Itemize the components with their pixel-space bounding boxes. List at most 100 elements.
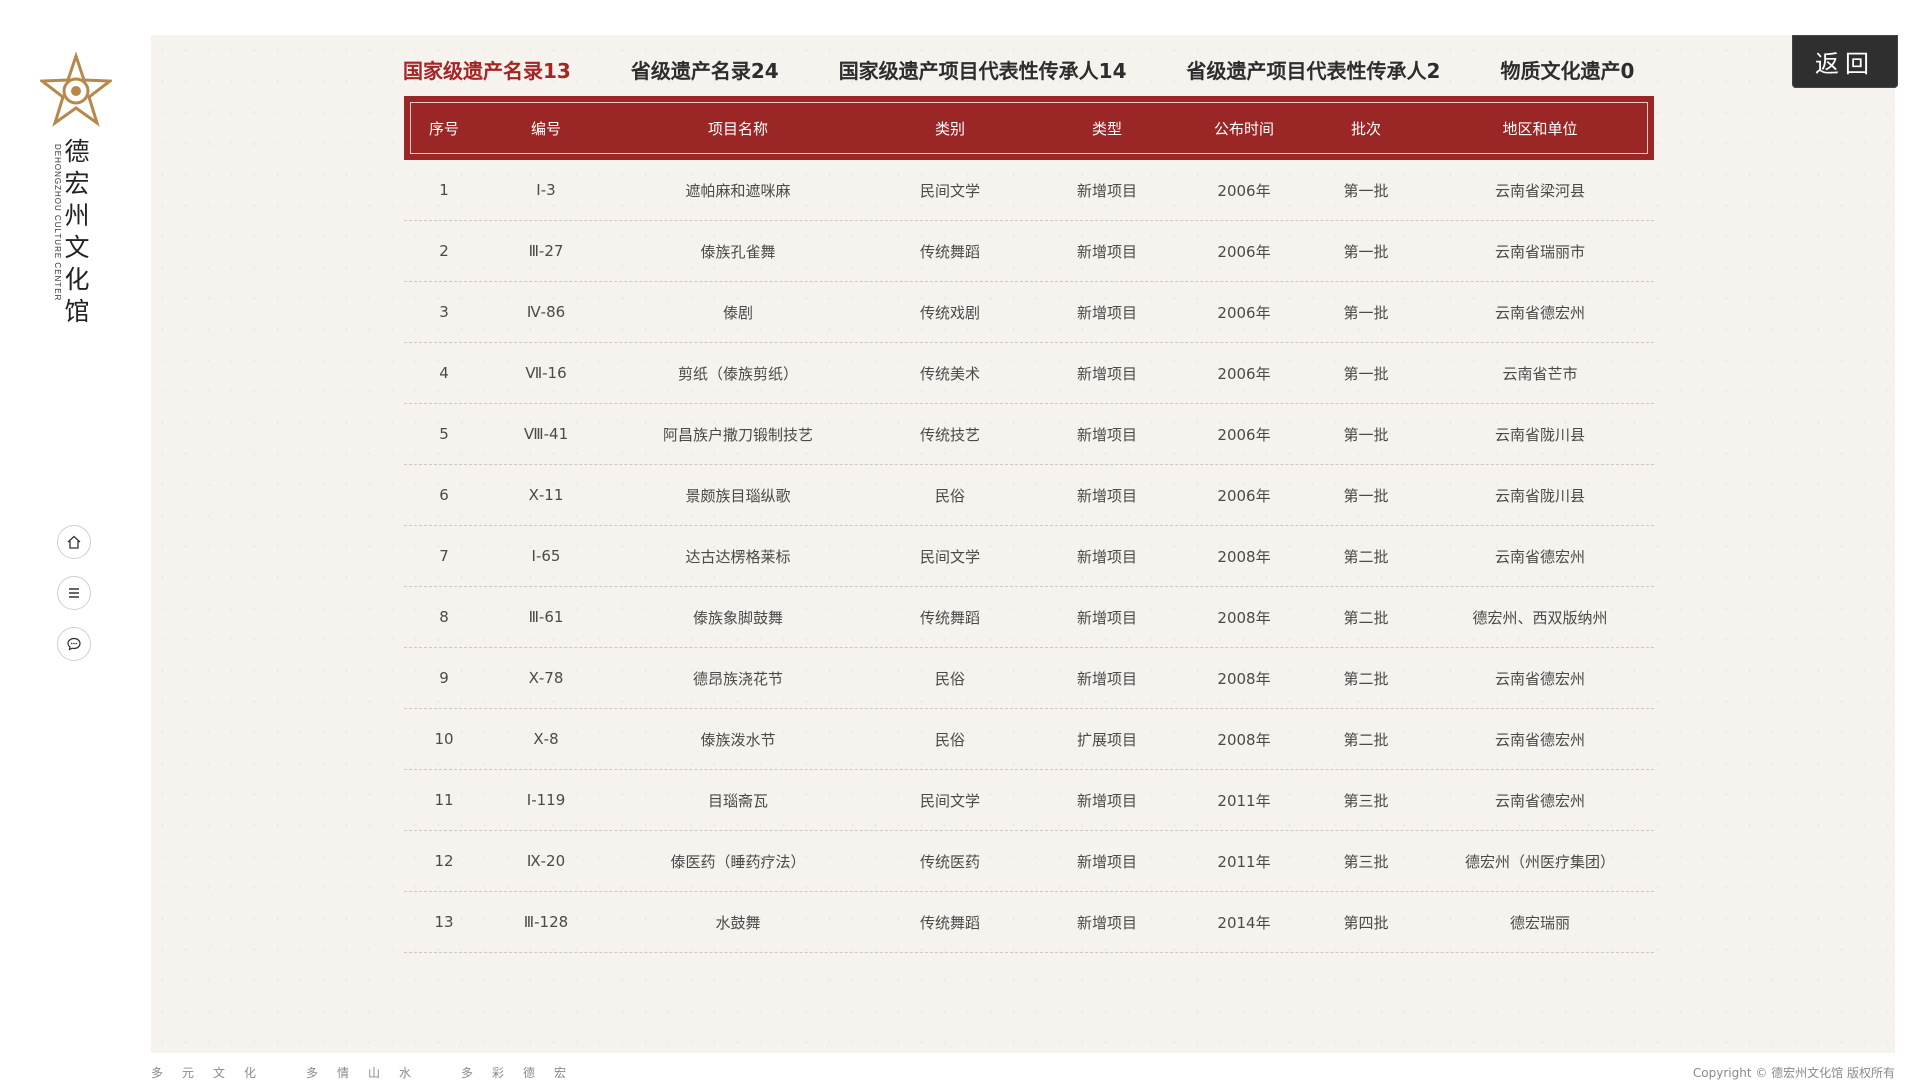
row-code: Ⅸ-20 — [526, 852, 566, 870]
row-category: 传统医药 — [919, 852, 980, 871]
row-region: 云南省德宏州 — [1494, 547, 1585, 566]
row-project-name: 水鼓舞 — [715, 913, 761, 932]
row-index: 6 — [439, 486, 449, 504]
row-project-name: 目瑙斋瓦 — [707, 791, 768, 810]
table-row[interactable]: 7 Ⅰ-65 达古达楞格莱标 民间文学 新增项目 2008年 第二批 云南省德宏州 — [404, 526, 1654, 587]
row-publish-time: 2006年 — [1217, 242, 1271, 261]
row-batch: 第二批 — [1343, 669, 1389, 688]
row-publish-time: 2011年 — [1217, 852, 1271, 871]
row-index: 2 — [439, 242, 449, 260]
table-row[interactable]: 5 Ⅷ-41 阿昌族户撒刀锻制技艺 传统技艺 新增项目 2006年 第一批 云南省陇川县 — [404, 404, 1654, 465]
row-code: Ⅷ-41 — [523, 425, 569, 443]
row-publish-time: 2014年 — [1217, 913, 1271, 932]
row-batch: 第一批 — [1343, 364, 1389, 383]
row-batch: 第四批 — [1343, 913, 1389, 932]
row-region: 云南省芒市 — [1502, 364, 1578, 383]
home-button[interactable] — [57, 525, 91, 559]
table-row[interactable]: 12 Ⅸ-20 傣医药（睡药疗法） 传统医药 新增项目 2011年 第三批 德宏州（州医疗集团… — [404, 831, 1654, 892]
row-project-name: 景颇族目瑙纵歌 — [685, 486, 791, 505]
row-region: 德宏瑞丽 — [1509, 913, 1570, 932]
table-row[interactable]: 3 Ⅳ-86 傣剧 传统戏剧 新增项目 2006年 第一批 云南省德宏州 — [404, 282, 1654, 343]
row-type: 新增项目 — [1076, 669, 1137, 688]
row-region: 云南省陇川县 — [1494, 425, 1585, 444]
row-index: 5 — [439, 425, 449, 443]
row-type: 新增项目 — [1076, 547, 1137, 566]
menu-button[interactable] — [57, 576, 91, 610]
row-project-name: 傣剧 — [722, 303, 753, 322]
row-region: 云南省德宏州 — [1494, 730, 1585, 749]
row-project-name: 傣医药（睡药疗法） — [670, 852, 806, 871]
row-publish-time: 2011年 — [1217, 791, 1271, 810]
row-publish-time: 2006年 — [1217, 303, 1271, 322]
footer-copyright: Copyright © 德宏州文化馆 版权所有 — [1692, 1066, 1895, 1080]
table-body: 1 Ⅰ-3 遮帕麻和遮咪麻 民间文学 新增项目 2006年 第一批 云南省梁河县 2 Ⅲ-27 傣族… — [404, 160, 1654, 953]
row-type: 新增项目 — [1076, 608, 1137, 627]
row-category: 传统舞蹈 — [919, 608, 980, 627]
table-row[interactable]: 8 Ⅲ-61 傣族象脚鼓舞 传统舞蹈 新增项目 2008年 第二批 德宏州、西双版纳州 — [404, 587, 1654, 648]
table-row[interactable]: 13 Ⅲ-128 水鼓舞 传统舞蹈 新增项目 2014年 第四批 德宏瑞丽 — [404, 892, 1654, 953]
header-index: 序号 — [428, 119, 459, 138]
row-region: 德宏州、西双版纳州 — [1472, 608, 1608, 627]
table-row[interactable]: 9 Ⅹ-78 德昂族浇花节 民俗 新增项目 2008年 第二批 云南省德宏州 — [404, 648, 1654, 709]
row-batch: 第一批 — [1343, 486, 1389, 505]
table-row[interactable]: 6 Ⅹ-11 景颇族目瑙纵歌 民俗 新增项目 2006年 第一批 云南省陇川县 — [404, 465, 1654, 526]
row-project-name: 阿昌族户撒刀锻制技艺 — [662, 425, 813, 444]
row-type: 新增项目 — [1076, 181, 1137, 200]
row-batch: 第三批 — [1343, 852, 1389, 871]
header-category: 类别 — [934, 119, 965, 138]
tab-national-inheritors[interactable]: 国家级遗产项目代表性传承人14 — [839, 55, 1127, 84]
row-region: 云南省陇川县 — [1494, 486, 1585, 505]
row-batch: 第二批 — [1343, 608, 1389, 627]
row-publish-time: 2008年 — [1217, 669, 1271, 688]
header-type: 类型 — [1091, 119, 1122, 138]
row-index: 10 — [434, 730, 454, 748]
tab-national-heritage-list[interactable]: 国家级遗产名录13 — [403, 55, 571, 84]
row-publish-time: 2006年 — [1217, 181, 1271, 200]
row-project-name: 傣族泼水节 — [700, 730, 776, 749]
table-header: 序号 编号 项目名称 类别 类型 公布时间 批次 地区和单位 — [404, 96, 1654, 160]
row-code: Ⅳ-86 — [526, 303, 566, 321]
table-row[interactable]: 1 Ⅰ-3 遮帕麻和遮咪麻 民间文学 新增项目 2006年 第一批 云南省梁河县 — [404, 160, 1654, 221]
row-code: Ⅲ-27 — [528, 242, 564, 260]
row-type: 新增项目 — [1076, 913, 1137, 932]
row-type: 新增项目 — [1076, 486, 1137, 505]
row-category: 民俗 — [934, 730, 965, 749]
back-button[interactable]: 返回 — [1792, 35, 1898, 88]
row-region: 德宏州（州医疗集团） — [1464, 852, 1615, 871]
row-project-name: 达古达楞格莱标 — [685, 547, 791, 566]
message-button[interactable] — [57, 627, 91, 661]
row-region: 云南省德宏州 — [1494, 669, 1585, 688]
row-type: 新增项目 — [1076, 791, 1137, 810]
footer-slogan: 多元文化 多情山水 多彩德宏 — [151, 1066, 586, 1080]
row-project-name: 剪纸（傣族剪纸） — [677, 364, 798, 383]
row-publish-time: 2006年 — [1217, 486, 1271, 505]
header-project-name: 项目名称 — [707, 119, 768, 138]
row-region: 云南省德宏州 — [1494, 791, 1585, 810]
row-type: 扩展项目 — [1076, 730, 1137, 749]
row-category: 传统舞蹈 — [919, 913, 980, 932]
row-code: Ⅹ-11 — [528, 486, 564, 504]
tab-material-heritage[interactable]: 物质文化遗产0 — [1500, 55, 1634, 84]
row-category: 传统美术 — [919, 364, 980, 383]
table-row[interactable]: 10 Ⅹ-8 傣族泼水节 民俗 扩展项目 2008年 第二批 云南省德宏州 — [404, 709, 1654, 770]
menu-icon — [69, 588, 79, 598]
row-code: Ⅲ-61 — [528, 608, 564, 626]
row-publish-time: 2008年 — [1217, 547, 1271, 566]
site-logo[interactable]: DEHONGZHOU CULTURE CENTER 德 宏 州 文 化 馆 — [38, 52, 114, 332]
table-row[interactable]: 2 Ⅲ-27 傣族孔雀舞 传统舞蹈 新增项目 2006年 第一批 云南省瑞丽市 — [404, 221, 1654, 282]
row-index: 9 — [439, 669, 449, 687]
row-code: Ⅹ-8 — [533, 730, 559, 748]
row-category: 民间文学 — [919, 181, 980, 200]
row-code: Ⅰ-65 — [531, 547, 561, 565]
row-project-name: 德昂族浇花节 — [692, 669, 783, 688]
table-row[interactable]: 4 Ⅶ-16 剪纸（傣族剪纸） 传统美术 新增项目 2006年 第一批 云南省芒市 — [404, 343, 1654, 404]
logo-chinese-name: 德 宏 州 文 化 馆 — [64, 137, 90, 326]
tab-provincial-heritage-list[interactable]: 省级遗产名录24 — [631, 55, 779, 84]
row-batch: 第二批 — [1343, 730, 1389, 749]
row-category: 传统技艺 — [919, 425, 980, 444]
left-rail: DEHONGZHOU CULTURE CENTER 德 宏 州 文 化 馆 — [0, 0, 151, 1080]
table-row[interactable]: 11 Ⅰ-119 目瑙斋瓦 民间文学 新增项目 2011年 第三批 云南省德宏州 — [404, 770, 1654, 831]
tab-provincial-inheritors[interactable]: 省级遗产项目代表性传承人2 — [1187, 55, 1441, 84]
row-type: 新增项目 — [1076, 364, 1137, 383]
heritage-table: 序号 编号 项目名称 类别 类型 公布时间 批次 地区和单位 1 Ⅰ-3 遮帕麻和遮… — [404, 96, 1654, 953]
